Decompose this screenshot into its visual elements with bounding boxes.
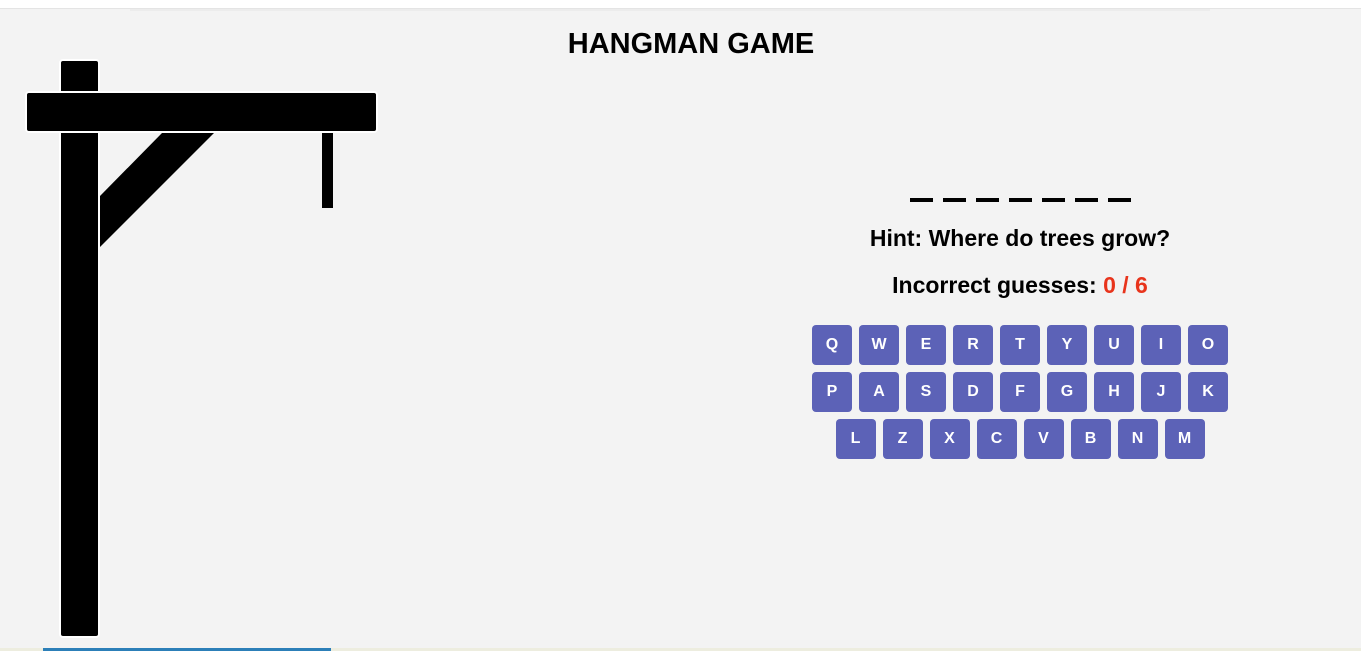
key-h[interactable]: H [1094, 372, 1134, 412]
key-v[interactable]: V [1023, 419, 1064, 459]
letter-blank [942, 198, 966, 202]
key-b[interactable]: B [1070, 419, 1111, 459]
key-k[interactable]: K [1188, 372, 1228, 412]
game-panel: Hint: Where do trees grow? Incorrect gue… [780, 180, 1260, 459]
gallows-beam [25, 91, 378, 133]
incorrect-guesses: Incorrect guesses: 0 / 6 [780, 272, 1260, 299]
key-l[interactable]: L [835, 419, 876, 459]
key-o[interactable]: O [1188, 325, 1228, 365]
key-q[interactable]: Q [812, 325, 852, 365]
key-s[interactable]: S [906, 372, 946, 412]
key-m[interactable]: M [1164, 419, 1205, 459]
key-e[interactable]: E [906, 325, 946, 365]
gallows-rope [322, 133, 333, 208]
key-r[interactable]: R [953, 325, 993, 365]
key-a[interactable]: A [859, 372, 899, 412]
keyboard-row: PASDFGHJK [812, 372, 1228, 412]
key-z[interactable]: Z [882, 419, 923, 459]
letter-blank [1041, 198, 1065, 202]
letter-blank [975, 198, 999, 202]
key-x[interactable]: X [929, 419, 970, 459]
letter-blank [909, 198, 933, 202]
gallows-drawing [25, 59, 378, 638]
key-w[interactable]: W [859, 325, 899, 365]
letter-blank [1107, 198, 1131, 202]
key-u[interactable]: U [1094, 325, 1134, 365]
key-j[interactable]: J [1141, 372, 1181, 412]
gallows-brace [100, 133, 214, 247]
key-d[interactable]: D [953, 372, 993, 412]
keyboard-row: LZXCVBNM [835, 419, 1205, 459]
gallows-post [59, 59, 100, 638]
key-t[interactable]: T [1000, 325, 1040, 365]
key-c[interactable]: C [976, 419, 1017, 459]
word-display [780, 180, 1260, 202]
letter-blank [1074, 198, 1098, 202]
key-y[interactable]: Y [1047, 325, 1087, 365]
guesses-label: Incorrect guesses: [892, 272, 1097, 298]
letter-blank [1008, 198, 1032, 202]
key-n[interactable]: N [1117, 419, 1158, 459]
key-p[interactable]: P [812, 372, 852, 412]
keyboard-row: QWERTYUIO [812, 325, 1228, 365]
guesses-count: 0 / 6 [1103, 272, 1148, 298]
key-f[interactable]: F [1000, 372, 1040, 412]
key-g[interactable]: G [1047, 372, 1087, 412]
hint-text: Hint: Where do trees grow? [869, 225, 1171, 251]
keyboard: QWERTYUIO PASDFGHJK LZXCVBNM [780, 325, 1260, 459]
key-i[interactable]: I [1141, 325, 1181, 365]
